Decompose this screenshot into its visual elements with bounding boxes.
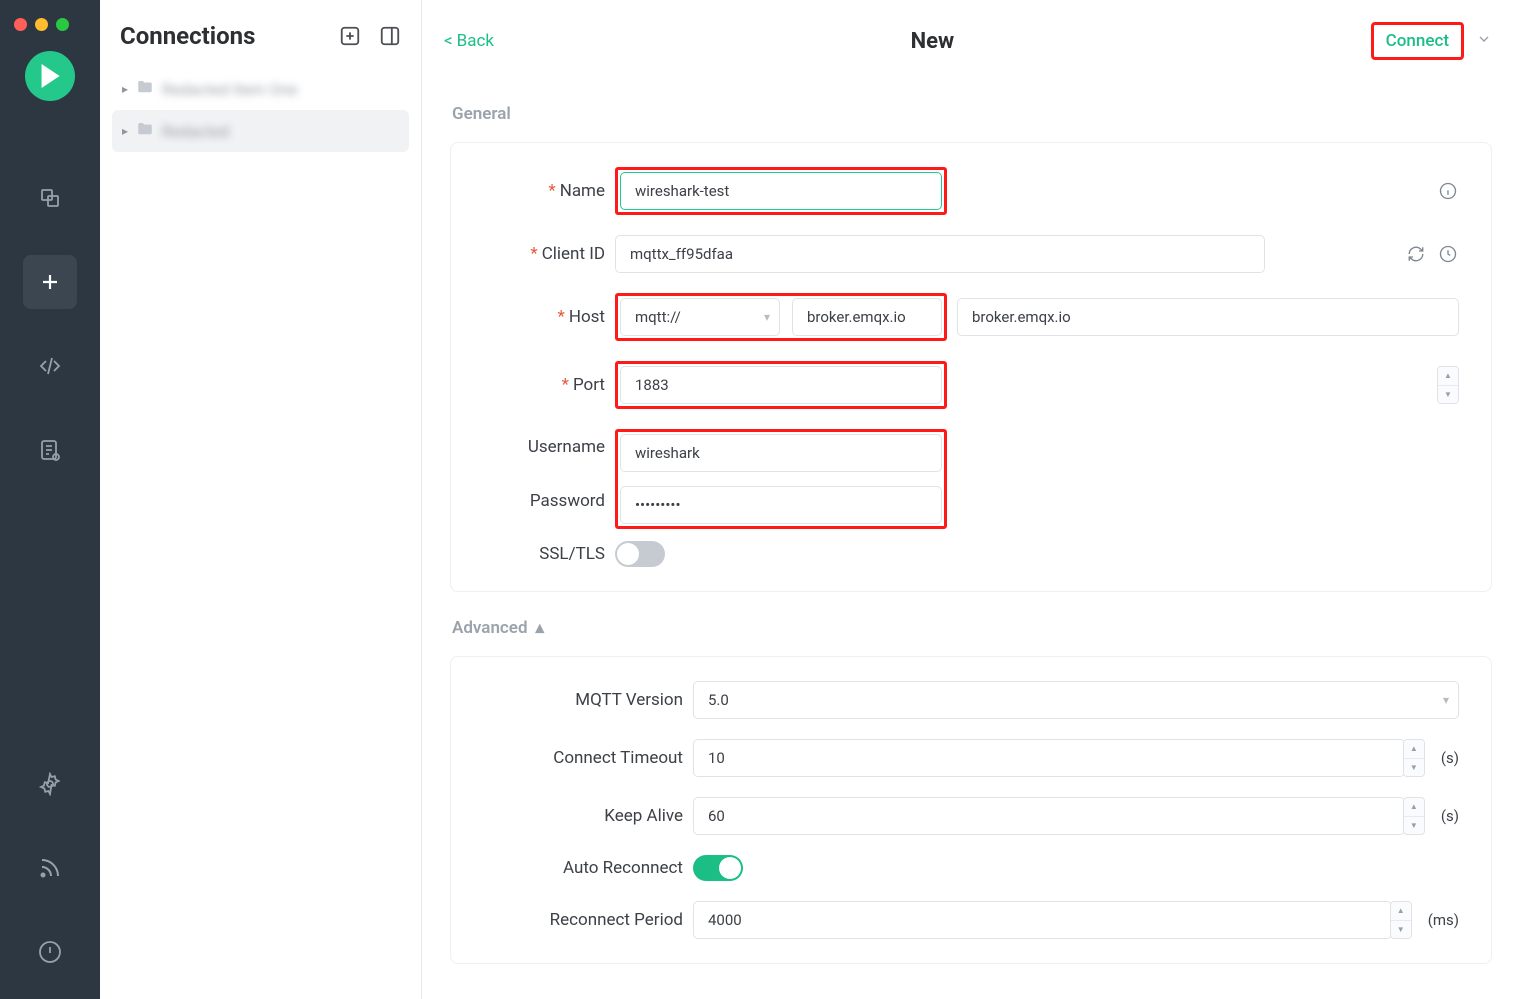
host-label: Host: [569, 307, 605, 327]
auto-reconnect-label: Auto Reconnect: [563, 858, 683, 878]
reconnect-period-label: Reconnect Period: [550, 910, 683, 930]
step-down-icon[interactable]: ▼: [1391, 921, 1411, 939]
info-icon[interactable]: [1437, 180, 1459, 202]
tree-item-label: Redacted: [162, 122, 229, 141]
app-logo: [25, 51, 75, 101]
keep-alive-input[interactable]: [693, 797, 1405, 835]
nav-help-icon[interactable]: [23, 925, 77, 979]
connect-timeout-label: Connect Timeout: [553, 748, 683, 768]
section-advanced-label: Advanced: [452, 618, 528, 638]
tree-item[interactable]: ▸ Redacted: [112, 110, 409, 152]
chevron-left-icon: <: [444, 31, 453, 51]
clock-icon[interactable]: [1437, 243, 1459, 265]
port-input[interactable]: [620, 366, 942, 404]
auto-reconnect-toggle[interactable]: [693, 855, 743, 881]
nav-settings-icon[interactable]: [23, 757, 77, 811]
general-card: *Name *Client ID: [450, 142, 1492, 592]
timeout-stepper[interactable]: ▲▼: [1403, 739, 1425, 777]
reconnect-period-input[interactable]: [693, 901, 1392, 939]
step-up-icon[interactable]: ▲: [1404, 740, 1424, 759]
client-id-input[interactable]: [615, 235, 1265, 273]
name-input[interactable]: [620, 172, 942, 210]
username-label: Username: [528, 437, 605, 457]
host-input-highlighted[interactable]: [792, 298, 942, 336]
keepalive-stepper[interactable]: ▲▼: [1403, 797, 1425, 835]
protocol-select[interactable]: mqtt://: [620, 298, 780, 336]
step-up-icon[interactable]: ▲: [1438, 367, 1458, 386]
port-label: Port: [573, 375, 605, 395]
chevron-down-icon[interactable]: [1476, 31, 1492, 51]
tree-item[interactable]: ▸ Redacted Item One: [112, 68, 409, 110]
step-up-icon[interactable]: ▲: [1404, 798, 1424, 817]
advanced-card: MQTT Version 5.0 ▾ Connect Timeout ▲▼ (s…: [450, 656, 1492, 964]
caret-right-icon: ▸: [122, 124, 128, 138]
nav-rail: [0, 0, 100, 999]
reconnect-period-unit: (ms): [1428, 911, 1459, 929]
tree-item-label: Redacted Item One: [162, 80, 298, 99]
topbar: < Back New Connect: [422, 0, 1520, 82]
name-label: Name: [560, 181, 605, 201]
close-window-icon[interactable]: [14, 18, 27, 31]
maximize-window-icon[interactable]: [56, 18, 69, 31]
folder-icon: [136, 120, 154, 142]
mqtt-version-select[interactable]: 5.0: [693, 681, 1459, 719]
keep-alive-unit: (s): [1441, 807, 1459, 825]
step-down-icon[interactable]: ▼: [1438, 386, 1458, 404]
timeout-unit: (s): [1441, 749, 1459, 767]
step-up-icon[interactable]: ▲: [1391, 902, 1411, 921]
panel-layout-icon[interactable]: [379, 25, 401, 47]
nav-rss-icon[interactable]: [23, 841, 77, 895]
side-panel-title: Connections: [120, 22, 255, 50]
reconnect-stepper[interactable]: ▲▼: [1390, 901, 1412, 939]
section-general-label: General: [450, 82, 1492, 142]
keep-alive-label: Keep Alive: [604, 806, 683, 826]
client-id-label: Client ID: [542, 244, 605, 264]
step-down-icon[interactable]: ▼: [1404, 759, 1424, 777]
section-advanced-toggle[interactable]: Advanced ▴: [450, 592, 1492, 656]
page-title: New: [911, 29, 955, 54]
host-input[interactable]: [957, 298, 1459, 336]
back-button[interactable]: < Back: [444, 31, 494, 51]
ssl-toggle[interactable]: [615, 541, 665, 567]
step-down-icon[interactable]: ▼: [1404, 817, 1424, 835]
side-panel: Connections ▸ Redacted Item One ▸ Redact…: [100, 0, 422, 999]
nav-code-icon[interactable]: [23, 339, 77, 393]
folder-icon: [136, 78, 154, 100]
refresh-icon[interactable]: [1405, 243, 1427, 265]
caret-up-icon: ▴: [536, 618, 545, 638]
nav-add-icon[interactable]: [23, 255, 77, 309]
window-controls: [14, 12, 69, 51]
add-connection-icon[interactable]: [339, 25, 361, 47]
mqtt-version-label: MQTT Version: [575, 690, 683, 710]
password-input[interactable]: [620, 486, 942, 524]
main: < Back New Connect ➚ General *Name: [422, 0, 1520, 999]
minimize-window-icon[interactable]: [35, 18, 48, 31]
caret-right-icon: ▸: [122, 82, 128, 96]
back-label: Back: [457, 31, 494, 51]
port-stepper[interactable]: ▲▼: [1437, 366, 1459, 404]
connect-timeout-input[interactable]: [693, 739, 1405, 777]
username-input[interactable]: [620, 434, 942, 472]
nav-copy-icon[interactable]: [23, 171, 77, 225]
nav-log-icon[interactable]: [23, 423, 77, 477]
ssl-label: SSL/TLS: [539, 544, 605, 564]
connect-button[interactable]: Connect: [1374, 25, 1461, 57]
